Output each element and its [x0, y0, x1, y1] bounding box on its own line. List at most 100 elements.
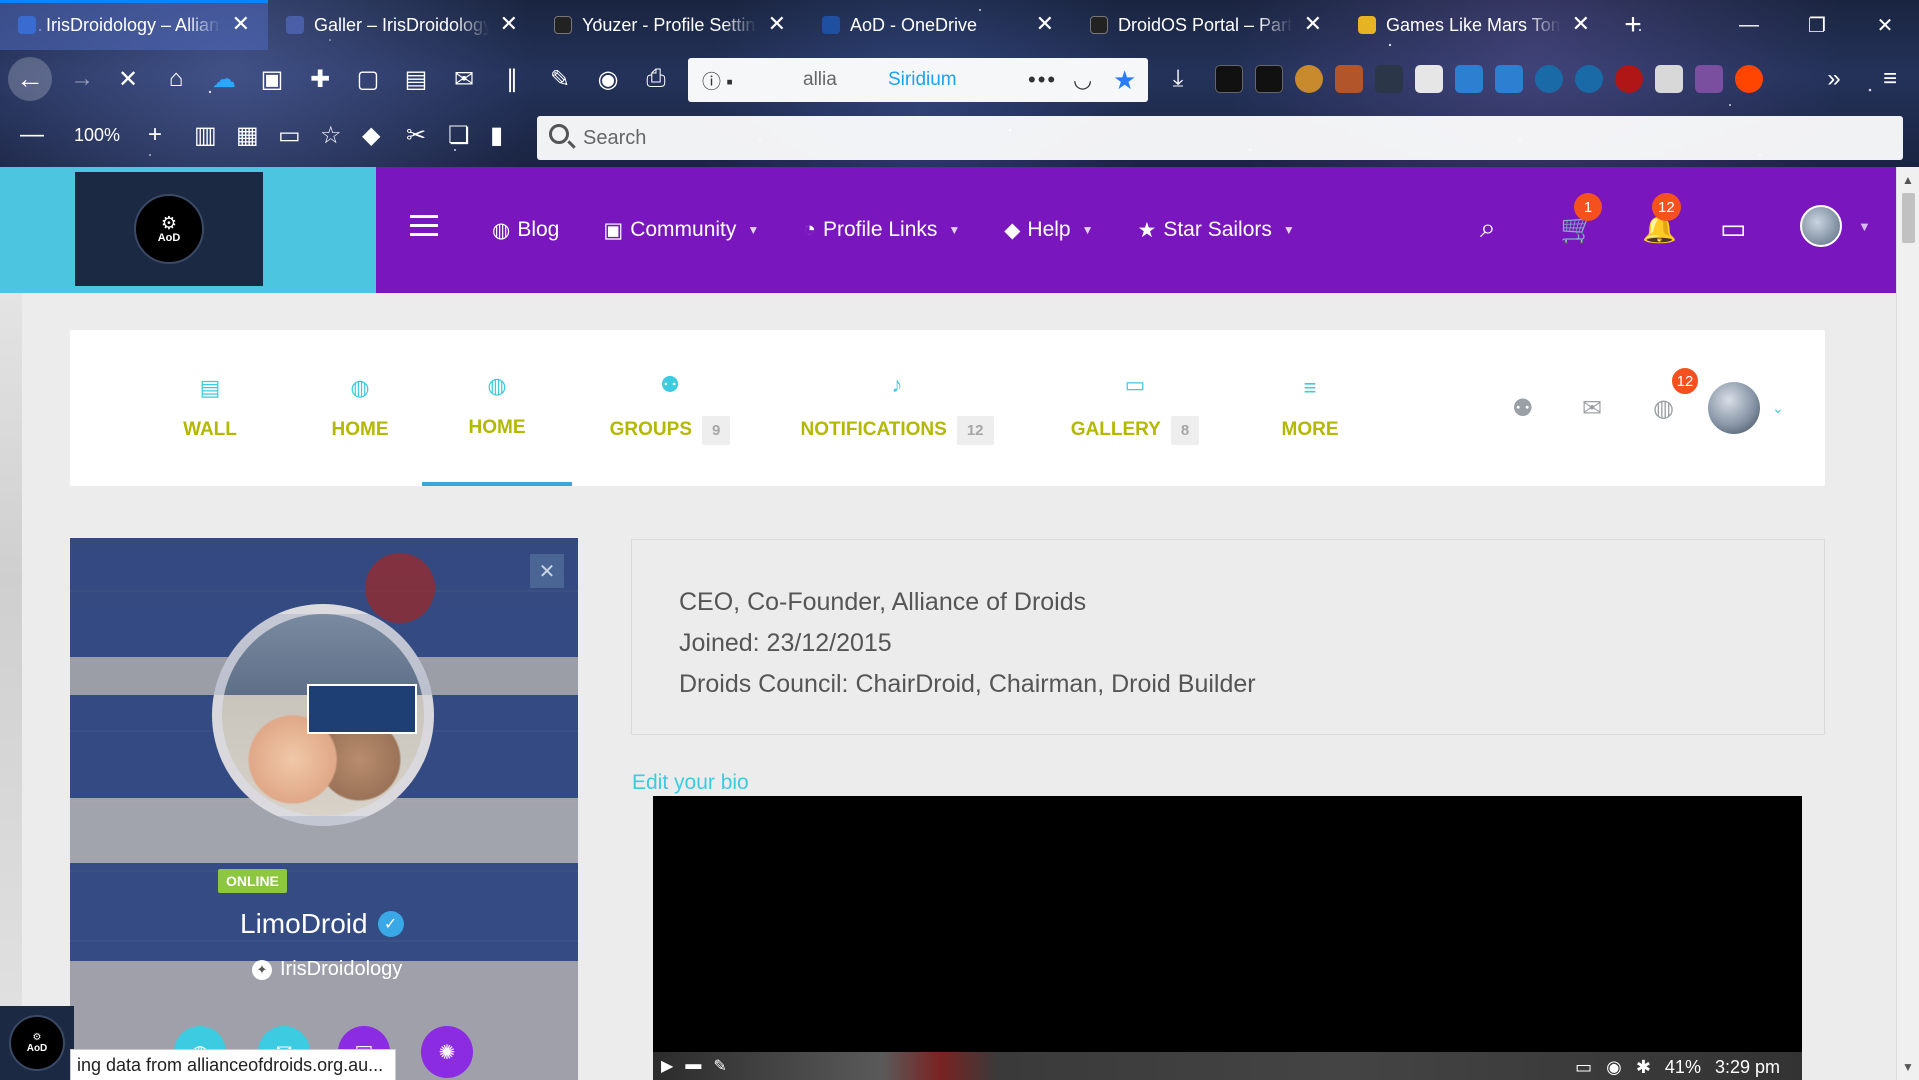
- extension-icon[interactable]: [1375, 65, 1403, 93]
- cut-icon[interactable]: ✂: [406, 121, 426, 150]
- close-tab-icon[interactable]: ✕: [232, 12, 250, 36]
- sync-icon[interactable]: ☁: [206, 61, 242, 97]
- downloads-icon[interactable]: ⤓: [1160, 61, 1196, 97]
- search-input[interactable]: Search: [537, 116, 1903, 160]
- extension-icon[interactable]: [1495, 65, 1523, 93]
- tab-groups[interactable]: ⚉ GROUPS 9: [600, 330, 740, 486]
- rss-feed-icon[interactable]: ◉: [590, 61, 626, 97]
- profile-menu-avatar[interactable]: [1708, 382, 1760, 434]
- scrollbar-thumb[interactable]: [1902, 193, 1915, 243]
- tab-home[interactable]: ◍ HOME: [290, 330, 430, 486]
- print-icon[interactable]: ⎙: [638, 61, 674, 97]
- verified-check-icon: ✓: [377, 911, 404, 937]
- tab-home-active[interactable]: ◍ HOME: [422, 330, 572, 486]
- browser-tab-5[interactable]: DroidOS Portal – Part ✕: [1072, 0, 1340, 50]
- browser-tab-4[interactable]: AoD - OneDrive ✕: [804, 0, 1072, 50]
- reddit-icon[interactable]: [1735, 65, 1763, 93]
- page-actions-icon[interactable]: •••: [1028, 67, 1057, 93]
- puzzle-icon[interactable]: ✚: [302, 61, 338, 97]
- forward-button[interactable]: →: [64, 61, 100, 97]
- reader-view-icon[interactable]: ▥: [194, 121, 217, 150]
- inbox-icon[interactable]: ▭: [1720, 212, 1746, 245]
- zoom-in-icon[interactable]: +: [148, 121, 162, 149]
- extension-icon[interactable]: [1415, 65, 1443, 93]
- close-tab-icon[interactable]: ✕: [1036, 12, 1054, 36]
- browser-tab-1[interactable]: IrisDroidology – Allian ✕: [0, 0, 268, 50]
- home-button[interactable]: ⌂: [158, 61, 194, 97]
- page-scrollbar[interactable]: ▲ ▼: [1896, 167, 1919, 1080]
- caret-down-icon[interactable]: ▼: [1858, 219, 1871, 234]
- extension-icon[interactable]: ▣: [254, 61, 290, 97]
- menu-icon[interactable]: ≡: [1872, 61, 1908, 97]
- online-status-badge: ONLINE: [218, 869, 287, 893]
- extension-icon[interactable]: [1695, 65, 1723, 93]
- tab-wall[interactable]: ▤ WALL: [140, 330, 280, 486]
- grid-icon[interactable]: ▦: [236, 121, 259, 150]
- address-bar[interactable]: ⓘ ▪ allia Siridium ••• ◡ ★: [688, 58, 1148, 102]
- extension-icon[interactable]: [1535, 65, 1563, 93]
- site-logo[interactable]: ⚙ AoD: [75, 172, 263, 286]
- zoom-out-icon[interactable]: —: [20, 121, 44, 149]
- hamburger-menu-icon[interactable]: [410, 215, 438, 237]
- nav-item-blog[interactable]: ◍ Blog: [492, 218, 559, 243]
- globe-notifications-icon[interactable]: ◍: [1653, 330, 1674, 486]
- laptop-icon[interactable]: ▭: [278, 121, 301, 150]
- extension-icon[interactable]: [1615, 65, 1643, 93]
- library-icon[interactable]: ∥: [494, 61, 530, 97]
- friends-icon[interactable]: ⚉: [1512, 330, 1534, 486]
- new-tab-button[interactable]: +: [1608, 0, 1658, 50]
- video-embed[interactable]: ▶ ▬ ✎ ▭ ◉ ✱ 41% 3:29 pm: [653, 796, 1802, 1080]
- tab-gallery[interactable]: ▭ GALLERY 8: [1060, 330, 1210, 486]
- extension-icon[interactable]: [1335, 65, 1363, 93]
- close-tab-icon[interactable]: ✕: [768, 12, 786, 36]
- bookmark-manage-icon[interactable]: ☆: [320, 121, 342, 150]
- pocket-icon[interactable]: ◡: [1073, 67, 1092, 93]
- tab-bar: IrisDroidology – Allian ✕ Galler – IrisD…: [0, 0, 1919, 50]
- messages-icon[interactable]: ✉: [1582, 330, 1602, 486]
- bookmark-star-icon[interactable]: ★: [1113, 65, 1136, 96]
- back-button[interactable]: ←: [8, 57, 52, 101]
- close-icon[interactable]: ✕: [530, 554, 564, 588]
- close-tab-icon[interactable]: ✕: [1572, 12, 1590, 36]
- nav-item-community[interactable]: ▣ Community ▼: [603, 218, 759, 243]
- profile-avatar[interactable]: [212, 604, 434, 826]
- minimize-icon[interactable]: —: [1715, 0, 1783, 50]
- extension-icon[interactable]: [1215, 65, 1243, 93]
- nav-item-star-sailors[interactable]: ★ Star Sailors ▼: [1138, 218, 1295, 243]
- extension-icon[interactable]: [1455, 65, 1483, 93]
- nav-item-help[interactable]: ◆ Help ▼: [1004, 218, 1093, 243]
- stop-loading-button[interactable]: ✕: [110, 61, 146, 97]
- site-info-icon[interactable]: ⓘ ▪: [702, 67, 733, 94]
- overflow-chevron-icon[interactable]: »: [1816, 61, 1852, 97]
- extension-icon[interactable]: [1255, 65, 1283, 93]
- browser-tab-6[interactable]: Games Like Mars Tom ✕: [1340, 0, 1608, 50]
- tools-icon[interactable]: ✎: [542, 61, 578, 97]
- site-search-icon[interactable]: ⌕: [1480, 212, 1496, 245]
- mail-icon[interactable]: ✉: [446, 61, 482, 97]
- save-icon[interactable]: ▤: [398, 61, 434, 97]
- copy-icon[interactable]: ❏: [448, 121, 470, 150]
- floating-site-logo[interactable]: ⚙ AoD: [0, 1006, 74, 1080]
- zoom-level[interactable]: 100%: [74, 125, 120, 146]
- extension-icon[interactable]: [1295, 65, 1323, 93]
- screenshot-icon[interactable]: ▢: [350, 61, 386, 97]
- nav-item-profile-links[interactable]: ◔ Profile Links ▼: [803, 218, 960, 242]
- browser-tab-3[interactable]: Youzer - Profile Settin ✕: [536, 0, 804, 50]
- restore-icon[interactable]: ❐: [1783, 0, 1851, 50]
- close-window-icon[interactable]: ✕: [1851, 0, 1919, 50]
- chevron-down-icon[interactable]: ⌄: [1772, 330, 1784, 486]
- edit-bio-link[interactable]: Edit your bio: [632, 771, 749, 795]
- close-tab-icon[interactable]: ✕: [500, 12, 518, 36]
- paste-icon[interactable]: ▮: [490, 121, 503, 150]
- header-avatar[interactable]: [1800, 205, 1842, 247]
- tab-notifications[interactable]: ♪ NOTIFICATIONS 12: [792, 330, 1002, 486]
- car-icon[interactable]: ◆: [362, 121, 380, 150]
- tab-more[interactable]: ≡ MORE: [1260, 330, 1360, 486]
- close-tab-icon[interactable]: ✕: [1304, 12, 1322, 36]
- extension-icon[interactable]: [1655, 65, 1683, 93]
- scroll-down-icon[interactable]: ▼: [1902, 1060, 1914, 1074]
- profile-action-button[interactable]: ✺: [421, 1026, 473, 1078]
- browser-tab-2[interactable]: Galler – IrisDroidology ✕: [268, 0, 536, 50]
- extension-icon[interactable]: [1575, 65, 1603, 93]
- scroll-up-icon[interactable]: ▲: [1902, 173, 1914, 187]
